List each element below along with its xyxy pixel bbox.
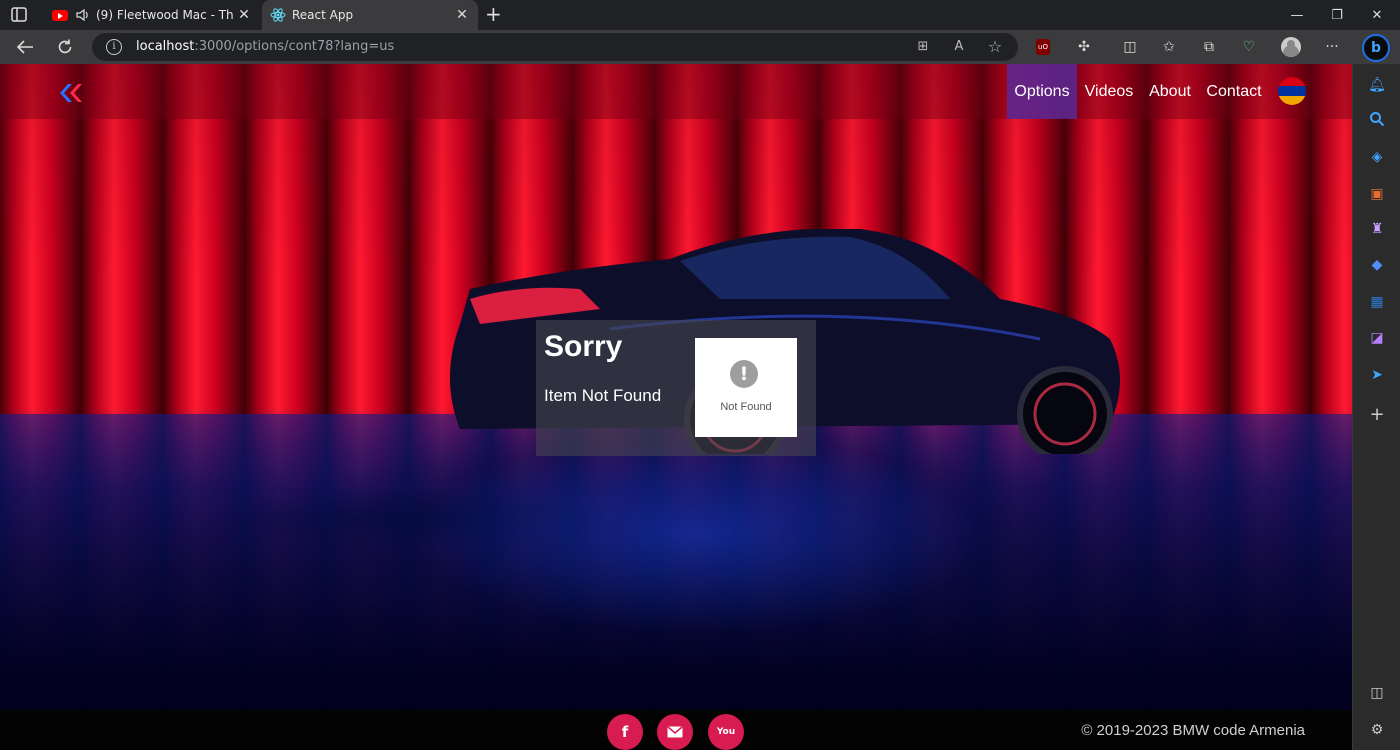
site-info-icon[interactable]: i (106, 39, 122, 55)
address-toolbar: i localhost:3000/options/cont78?lang=us … (0, 30, 1400, 64)
copyright-text: © 2019-2023 BMW code Armenia (1081, 722, 1305, 739)
not-found-card: Sorry Item Not Found ! Not Found (536, 320, 816, 456)
microsoft-365-icon[interactable]: ◆ (1366, 254, 1388, 276)
shopping-tag-icon[interactable]: ◈ (1366, 146, 1388, 168)
site-navbar: Options Videos About Contact (0, 64, 1352, 119)
facebook-icon[interactable]: f (607, 714, 643, 750)
new-tab-button[interactable]: + (485, 4, 502, 24)
tab-strip: (9) Fleetwood Mac - The Ch ✕ React App ✕… (0, 0, 1400, 30)
tab-sidebar-icon (11, 7, 27, 22)
collections-icon[interactable]: ⧉ (1199, 37, 1219, 57)
tab-youtube[interactable]: (9) Fleetwood Mac - The Ch ✕ (44, 0, 260, 30)
more-menu-icon[interactable]: ··· (1322, 37, 1342, 57)
site-logo-icon[interactable] (56, 82, 82, 104)
nav-about[interactable]: About (1141, 64, 1199, 119)
speaker-icon[interactable] (74, 7, 90, 23)
games-icon[interactable]: ♜ (1366, 218, 1388, 240)
drop-icon[interactable]: ◪ (1366, 327, 1388, 349)
send-icon[interactable]: ➤ (1366, 364, 1388, 386)
add-sidebar-app-icon[interactable]: + (1366, 403, 1388, 425)
not-found-caption: Not Found (720, 401, 772, 413)
ublock-origin-icon[interactable]: uO (1036, 39, 1050, 55)
hide-sidebar-icon[interactable]: ◫ (1366, 682, 1388, 704)
outlook-icon[interactable]: ▦ (1366, 291, 1388, 313)
app-available-icon[interactable]: ⊞ (914, 38, 932, 56)
not-found-image: ! Not Found (695, 338, 797, 437)
web-page: Options Videos About Contact Sorry Item … (0, 64, 1352, 750)
exclamation-icon: ! (730, 360, 758, 388)
notification-bell-icon[interactable]: 🔔︎ (1366, 74, 1388, 96)
nav-options[interactable]: Options (1007, 64, 1077, 119)
tab-title: React App (292, 8, 354, 22)
browser-essentials-icon[interactable]: ♡ (1239, 37, 1259, 57)
edge-sidebar: 🔔︎ ◈ ▣ ♜ ◆ ▦ ◪ ➤ + ◫ ⚙ (1352, 64, 1400, 750)
url-text[interactable]: localhost:3000/options/cont78?lang=us (136, 39, 394, 54)
mail-icon[interactable] (657, 714, 693, 750)
refresh-icon[interactable] (53, 35, 77, 59)
tools-briefcase-icon[interactable]: ▣ (1366, 183, 1388, 205)
back-arrow-icon[interactable] (13, 35, 37, 59)
react-icon (270, 7, 286, 23)
youtube-icon[interactable]: You (708, 714, 744, 750)
sidebar-settings-gear-icon[interactable]: ⚙ (1366, 719, 1388, 741)
tab-title: (9) Fleetwood Mac - The Ch (96, 8, 234, 22)
youtube-favicon-icon (52, 7, 68, 23)
read-aloud-icon[interactable]: A (950, 38, 968, 56)
site-footer: f You © 2019-2023 BMW code Armenia (0, 710, 1352, 750)
close-window-button[interactable]: ✕ (1354, 0, 1400, 30)
tab-react-app[interactable]: React App ✕ (262, 0, 478, 30)
favorites-icon[interactable]: ✩ (1159, 37, 1179, 57)
bing-copilot-icon[interactable]: b (1362, 34, 1390, 62)
favorite-star-icon[interactable]: ☆ (986, 38, 1004, 56)
nav-videos[interactable]: Videos (1077, 64, 1141, 119)
error-heading: Sorry (544, 330, 623, 363)
close-tab-icon[interactable]: ✕ (452, 7, 472, 23)
error-message: Item Not Found (544, 386, 662, 405)
extensions-puzzle-icon[interactable]: ✣ (1074, 37, 1094, 57)
profile-avatar[interactable] (1281, 37, 1301, 57)
tab-actions-button[interactable] (10, 6, 30, 24)
floor-reflection (0, 414, 1352, 750)
search-icon[interactable] (1366, 108, 1388, 130)
armenia-flag-icon[interactable] (1278, 77, 1306, 105)
close-tab-icon[interactable]: ✕ (234, 7, 254, 23)
split-screen-icon[interactable]: ◫ (1120, 37, 1140, 57)
address-bar[interactable]: i localhost:3000/options/cont78?lang=us … (92, 33, 1018, 61)
nav-contact[interactable]: Contact (1199, 64, 1269, 119)
